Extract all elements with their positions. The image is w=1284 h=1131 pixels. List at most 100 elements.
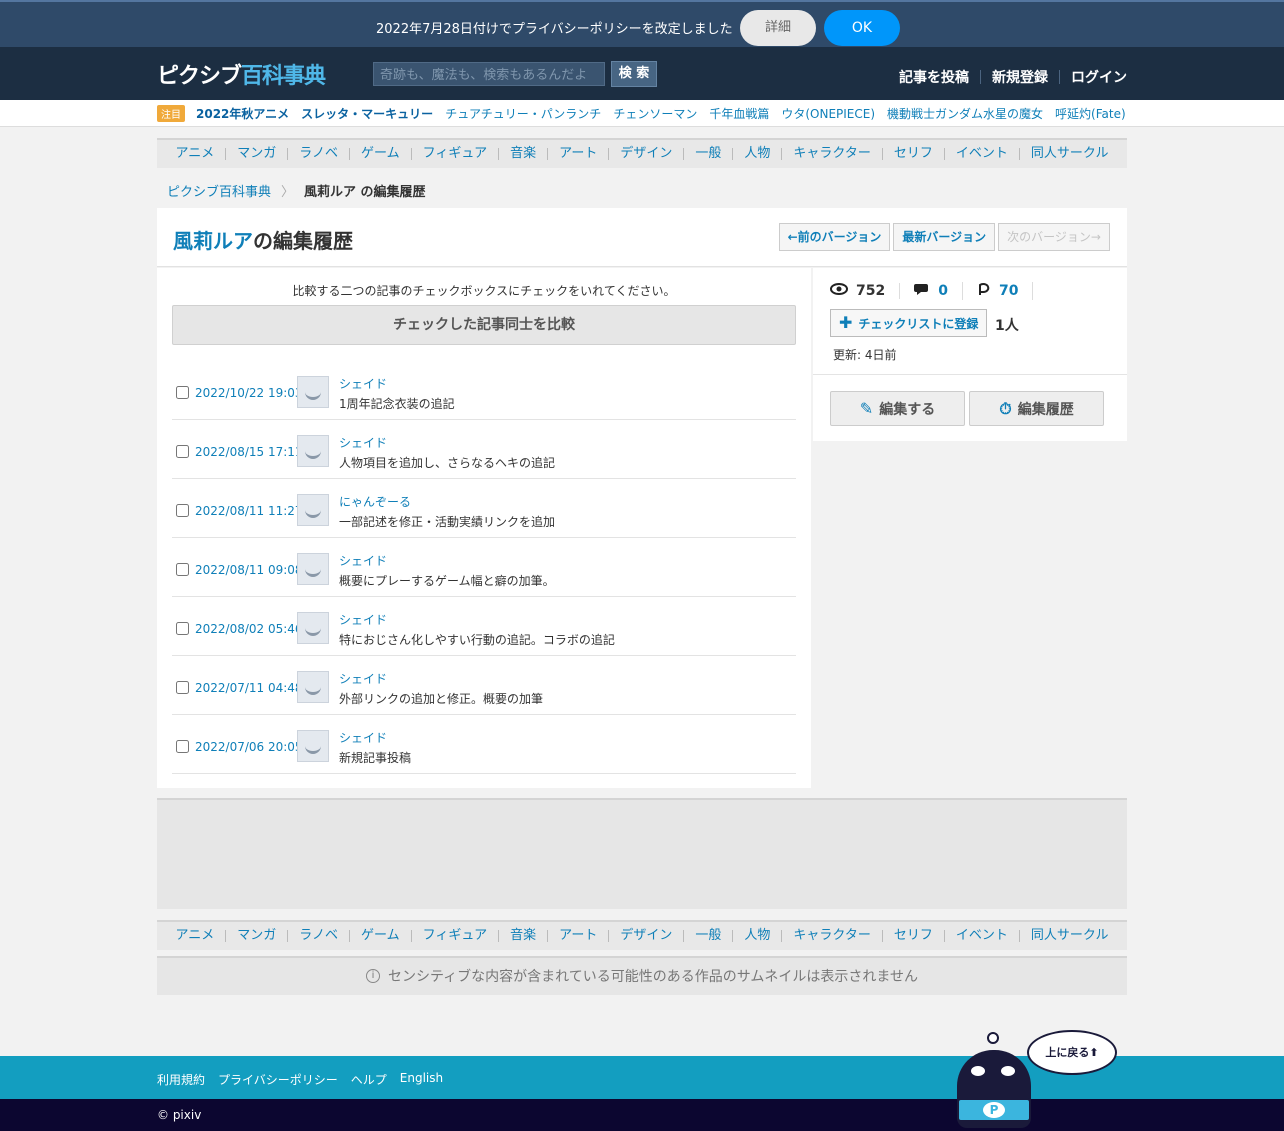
post-article-link[interactable]: 記事を投稿 bbox=[899, 67, 969, 87]
revision-date-link[interactable]: 2022/08/02 05:46 bbox=[195, 622, 303, 636]
privacy-detail-button[interactable]: 詳細 bbox=[740, 10, 816, 46]
search-button[interactable]: 検 索 bbox=[611, 61, 657, 87]
revision-checkbox[interactable] bbox=[176, 504, 189, 517]
revision-date-link[interactable]: 2022/08/11 09:08 bbox=[195, 563, 303, 577]
avatar[interactable] bbox=[297, 376, 329, 408]
revision-user-link[interactable]: シェイド bbox=[339, 434, 387, 451]
category-link[interactable]: 音楽 bbox=[498, 147, 547, 160]
category-link[interactable]: 同人サークル bbox=[1018, 929, 1120, 942]
trending-item[interactable]: ウタ(ONEPIECE) bbox=[781, 105, 875, 122]
category-link[interactable]: デザイン bbox=[608, 147, 683, 160]
revision-date-link[interactable]: 2022/08/15 17:11 bbox=[195, 445, 303, 459]
avatar[interactable] bbox=[297, 494, 329, 526]
compare-button[interactable]: チェックした記事同士を比較 bbox=[172, 305, 796, 345]
revision-user-link[interactable]: シェイド bbox=[339, 375, 387, 392]
avatar[interactable] bbox=[297, 612, 329, 644]
category-link[interactable]: キャラクター bbox=[781, 929, 881, 942]
category-link[interactable]: キャラクター bbox=[781, 147, 881, 160]
category-link[interactable]: ゲーム bbox=[348, 147, 411, 160]
category-link[interactable]: 人物 bbox=[732, 929, 781, 942]
add-to-checklist-button[interactable]: ✚ チェックリストに登録 bbox=[830, 309, 987, 337]
checklist-count: 1人 bbox=[995, 318, 1019, 334]
latest-version-button[interactable]: 最新バージョン bbox=[893, 223, 996, 251]
category-link[interactable]: 同人サークル bbox=[1018, 147, 1120, 160]
help-link[interactable]: ヘルプ bbox=[351, 1071, 387, 1088]
back-to-top-button[interactable]: P 上に戻る⬆ bbox=[952, 1028, 1120, 1131]
comments-count: 0 bbox=[938, 283, 948, 299]
sensitive-notice: i センシティブな内容が含まれている可能性のある作品のサムネイルは表示されません bbox=[157, 956, 1127, 995]
category-link[interactable]: マンガ bbox=[225, 929, 287, 942]
site-logo[interactable]: ピクシブ 百科事典 bbox=[157, 61, 326, 89]
revision-list: 2022/10/22 19:03 シェイド 1周年記念衣装の追記 2022/08/15… bbox=[172, 361, 796, 774]
category-link[interactable]: ラノベ bbox=[287, 929, 349, 942]
trending-item[interactable]: 千年血戦篇 bbox=[709, 105, 769, 122]
trending-item[interactable]: 2022年秋アニメ bbox=[196, 105, 289, 122]
trending-item[interactable]: チュアチュリー・パンランチ bbox=[445, 105, 601, 122]
revision-user-link[interactable]: シェイド bbox=[339, 670, 387, 687]
revision-checkbox[interactable] bbox=[176, 740, 189, 753]
category-link[interactable]: アート bbox=[547, 147, 608, 160]
edit-button[interactable]: ✎ 編集する bbox=[830, 391, 965, 426]
terms-link[interactable]: 利用規約 bbox=[157, 1071, 205, 1088]
avatar[interactable] bbox=[297, 435, 329, 467]
chevron-right-icon: 〉 bbox=[281, 185, 295, 200]
privacy-policy-link[interactable]: プライバシーポリシー bbox=[218, 1071, 338, 1088]
updated-value: 4日前 bbox=[864, 348, 897, 362]
category-link[interactable]: フィギュア bbox=[410, 929, 498, 942]
article-name-link[interactable]: 風莉ルア bbox=[173, 229, 253, 253]
category-link[interactable]: アニメ bbox=[164, 147, 225, 160]
search-input[interactable] bbox=[373, 62, 605, 86]
revision-panel: 比較する二つの記事のチェックボックスにチェックをいれてください。 チェックした記… bbox=[157, 268, 811, 788]
revision-date-link[interactable]: 2022/07/06 20:05 bbox=[195, 740, 303, 754]
revision-date-link[interactable]: 2022/10/22 19:03 bbox=[195, 386, 303, 400]
category-link[interactable]: イベント bbox=[943, 929, 1019, 942]
category-link[interactable]: アニメ bbox=[164, 929, 225, 942]
category-link[interactable]: マンガ bbox=[225, 147, 287, 160]
category-link[interactable]: セリフ bbox=[881, 147, 944, 160]
category-link[interactable]: デザイン bbox=[608, 929, 683, 942]
revision-message: 1周年記念衣装の追記 bbox=[339, 397, 455, 411]
edit-history-button[interactable]: ⏱ 編集履歴 bbox=[969, 391, 1104, 426]
avatar[interactable] bbox=[297, 671, 329, 703]
revision-row: 2022/08/02 05:46 シェイド 特におじさん化しやすい行動の追記。コラボ… bbox=[172, 597, 796, 656]
category-link[interactable]: ゲーム bbox=[348, 929, 411, 942]
article-stats: 752 0 70 bbox=[830, 282, 1047, 300]
trending-item[interactable]: チェンソーマン bbox=[613, 105, 697, 122]
category-link[interactable]: 一般 bbox=[683, 929, 732, 942]
category-link[interactable]: フィギュア bbox=[410, 147, 498, 160]
category-link[interactable]: イベント bbox=[943, 147, 1019, 160]
signup-link[interactable]: 新規登録 bbox=[992, 67, 1048, 87]
revision-user-link[interactable]: シェイド bbox=[339, 552, 387, 569]
category-link[interactable]: 人物 bbox=[732, 147, 781, 160]
revision-user-link[interactable]: にゃんぞーる bbox=[339, 493, 411, 510]
comments-stat[interactable]: 0 bbox=[914, 282, 963, 300]
updated-label: 更新: bbox=[833, 348, 862, 362]
revision-checkbox[interactable] bbox=[176, 563, 189, 576]
revision-user-link[interactable]: シェイド bbox=[339, 611, 387, 628]
login-link[interactable]: ログイン bbox=[1071, 67, 1127, 87]
title-box: 風莉ルアの編集履歴 ←前のバージョン 最新バージョン 次のバージョン→ bbox=[157, 208, 1127, 267]
avatar[interactable] bbox=[297, 553, 329, 585]
pixiv-works-stat[interactable]: 70 bbox=[977, 282, 1034, 300]
title-suffix: の編集履歴 bbox=[253, 229, 353, 253]
category-link[interactable]: ラノベ bbox=[287, 147, 349, 160]
trending-item[interactable]: 呼延灼(Fate) bbox=[1055, 105, 1126, 122]
breadcrumb-home-link[interactable]: ピクシブ百科事典 bbox=[167, 181, 271, 200]
revision-checkbox[interactable] bbox=[176, 681, 189, 694]
revision-checkbox[interactable] bbox=[176, 386, 189, 399]
category-link[interactable]: アート bbox=[547, 929, 608, 942]
prev-version-button[interactable]: ←前のバージョン bbox=[778, 223, 891, 251]
revision-date-link[interactable]: 2022/08/11 11:27 bbox=[195, 504, 303, 518]
privacy-ok-button[interactable]: OK bbox=[824, 10, 900, 46]
avatar[interactable] bbox=[297, 730, 329, 762]
revision-date-link[interactable]: 2022/07/11 04:48 bbox=[195, 681, 303, 695]
category-link[interactable]: 一般 bbox=[683, 147, 732, 160]
english-link[interactable]: English bbox=[400, 1071, 443, 1088]
trending-item[interactable]: 機動戦士ガンダム水星の魔女 bbox=[887, 105, 1043, 122]
revision-checkbox[interactable] bbox=[176, 622, 189, 635]
revision-checkbox[interactable] bbox=[176, 445, 189, 458]
revision-user-link[interactable]: シェイド bbox=[339, 729, 387, 746]
category-link[interactable]: 音楽 bbox=[498, 929, 547, 942]
trending-item[interactable]: スレッタ・マーキュリー bbox=[301, 105, 433, 122]
category-link[interactable]: セリフ bbox=[881, 929, 944, 942]
